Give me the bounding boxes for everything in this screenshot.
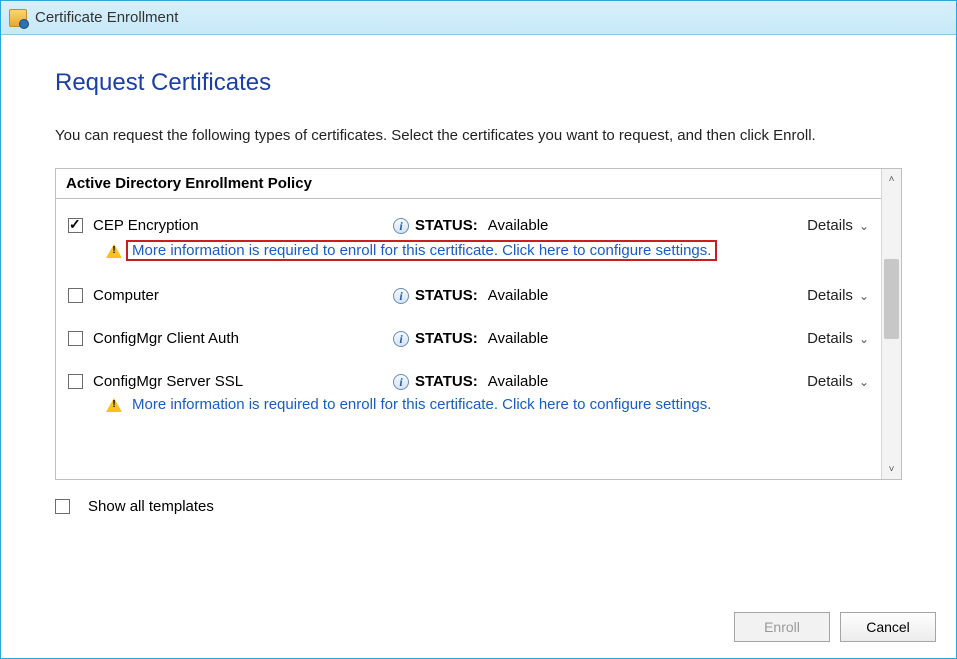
certificate-row: Computeri STATUS: Available Details ⌄ — [66, 269, 871, 312]
configure-settings-link[interactable]: More information is required to enroll f… — [126, 240, 717, 261]
chevron-down-icon: ⌄ — [859, 375, 869, 389]
status-value: Available — [488, 330, 549, 347]
dialog-body: Request Certificates You can request the… — [1, 35, 956, 598]
page-heading: Request Certificates — [55, 69, 902, 97]
certificate-name: CEP Encryption — [93, 217, 393, 234]
details-toggle[interactable]: Details ⌄ — [807, 217, 869, 234]
status-value: Available — [488, 287, 549, 304]
warning-icon — [106, 398, 122, 412]
certificate-row: ConfigMgr Client Authi STATUS: Available De… — [66, 312, 871, 355]
certificate-name: ConfigMgr Server SSL — [93, 373, 393, 390]
show-all-templates-label: Show all templates — [88, 498, 214, 515]
certificate-status-group: i STATUS: Available — [393, 287, 807, 304]
status-value: Available — [488, 217, 549, 234]
scroll-track[interactable] — [882, 189, 901, 459]
details-label: Details — [807, 373, 853, 390]
chevron-down-icon: ⌄ — [859, 332, 869, 346]
certificate-name: Computer — [93, 287, 393, 304]
certificate-icon — [9, 9, 27, 27]
details-label: Details — [807, 287, 853, 304]
certificate-list-panel: Active Directory Enrollment Policy CEP E… — [55, 168, 902, 480]
chevron-down-icon: ⌄ — [859, 289, 869, 303]
certificate-name: ConfigMgr Client Auth — [93, 330, 393, 347]
policy-header: Active Directory Enrollment Policy — [56, 169, 881, 199]
certificate-status-group: i STATUS: Available — [393, 373, 807, 390]
enroll-button[interactable]: Enroll — [734, 612, 830, 642]
cancel-button[interactable]: Cancel — [840, 612, 936, 642]
show-all-templates-row: Show all templates — [55, 498, 902, 515]
info-icon: i — [393, 218, 409, 234]
window-title: Certificate Enrollment — [35, 9, 178, 26]
certificate-warning: More information is required to enroll f… — [106, 240, 869, 261]
certificate-checkbox[interactable] — [68, 374, 83, 389]
certificate-status-group: i STATUS: Available — [393, 217, 807, 234]
certificate-row: CEP Encryptioni STATUS: Available Details ⌄ M… — [66, 207, 871, 269]
scrollbar[interactable]: ˄ ˅ — [881, 169, 901, 479]
certificate-list: Active Directory Enrollment Policy CEP E… — [56, 169, 881, 479]
page-subtext: You can request the following types of c… — [55, 125, 902, 146]
certificate-checkbox[interactable] — [68, 331, 83, 346]
scroll-thumb[interactable] — [884, 259, 899, 339]
info-icon: i — [393, 288, 409, 304]
details-toggle[interactable]: Details ⌄ — [807, 330, 869, 347]
certificate-checkbox[interactable] — [68, 218, 83, 233]
details-toggle[interactable]: Details ⌄ — [807, 373, 869, 390]
warning-icon — [106, 244, 122, 258]
details-toggle[interactable]: Details ⌄ — [807, 287, 869, 304]
details-label: Details — [807, 330, 853, 347]
scroll-down-button[interactable]: ˅ — [882, 459, 901, 479]
details-label: Details — [807, 217, 853, 234]
scroll-up-button[interactable]: ˄ — [882, 169, 901, 189]
certificate-checkbox[interactable] — [68, 288, 83, 303]
info-icon: i — [393, 331, 409, 347]
status-label: STATUS: — [415, 373, 478, 390]
status-label: STATUS: — [415, 330, 478, 347]
status-label: STATUS: — [415, 217, 478, 234]
certificate-row: ConfigMgr Server SSLi STATUS: Available Det… — [66, 355, 871, 421]
dialog-footer: Enroll Cancel — [1, 598, 956, 658]
chevron-down-icon: ⌄ — [859, 219, 869, 233]
show-all-templates-checkbox[interactable] — [55, 499, 70, 514]
certificate-status-group: i STATUS: Available — [393, 330, 807, 347]
certificate-enrollment-window: Certificate Enrollment Request Certifica… — [0, 0, 957, 659]
configure-settings-link[interactable]: More information is required to enroll f… — [132, 396, 711, 413]
titlebar: Certificate Enrollment — [1, 1, 956, 35]
info-icon: i — [393, 374, 409, 390]
status-value: Available — [488, 373, 549, 390]
certificate-warning: More information is required to enroll f… — [106, 396, 869, 413]
status-label: STATUS: — [415, 287, 478, 304]
